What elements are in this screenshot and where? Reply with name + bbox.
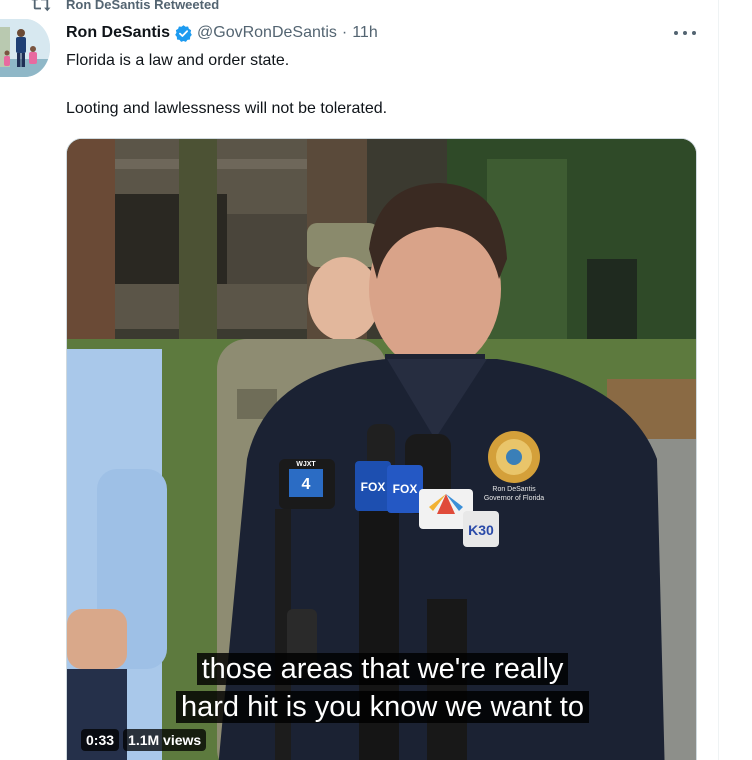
retweet-icon [31, 0, 51, 12]
author-name[interactable]: Ron DeSantis [66, 24, 170, 42]
verified-badge-icon [175, 24, 192, 42]
mic-wjxt-label: WJXT [296, 461, 316, 468]
seal-text: Ron DeSantis [492, 486, 536, 493]
video-views: 1.1M views [123, 729, 207, 751]
mic-fox2-label: FOX [393, 482, 418, 496]
retweet-label: Ron DeSantis Retweeted [66, 0, 220, 12]
seal-text-2: Governor of Florida [484, 495, 544, 502]
tweet-text-line-2: Looting and lawlessness will not be tole… [66, 100, 388, 117]
tweet-header: Ron DeSantis @GovRonDeSantis · 11h [66, 22, 378, 44]
mic-k30-label: K30 [468, 522, 494, 538]
more-options-icon[interactable] [674, 24, 696, 42]
tweet-timestamp[interactable]: 11h [352, 24, 378, 42]
mic-fox1-label: FOX [361, 480, 386, 494]
video-duration: 0:33 [81, 729, 120, 751]
avatar[interactable] [0, 19, 50, 77]
author-handle[interactable]: @GovRonDeSantis [197, 24, 337, 42]
video-caption-line-1: those areas that we're really [67, 651, 696, 687]
retweet-context[interactable]: Ron DeSantis Retweeted [30, 0, 219, 14]
video-player[interactable]: Ron DeSantis Governor of Florida 4 WJXT … [66, 138, 697, 760]
tweet-text-line-1: Florida is a law and order state. [66, 52, 290, 69]
timeline-border [718, 0, 719, 760]
separator-dot: · [341, 24, 348, 41]
tweet-text: Florida is a law and order state. Lootin… [66, 50, 686, 120]
svg-text:4: 4 [302, 476, 311, 493]
video-caption-line-2: hard hit is you know we want to [67, 689, 696, 725]
video-meta: 0:33 1.1M views [81, 729, 207, 751]
